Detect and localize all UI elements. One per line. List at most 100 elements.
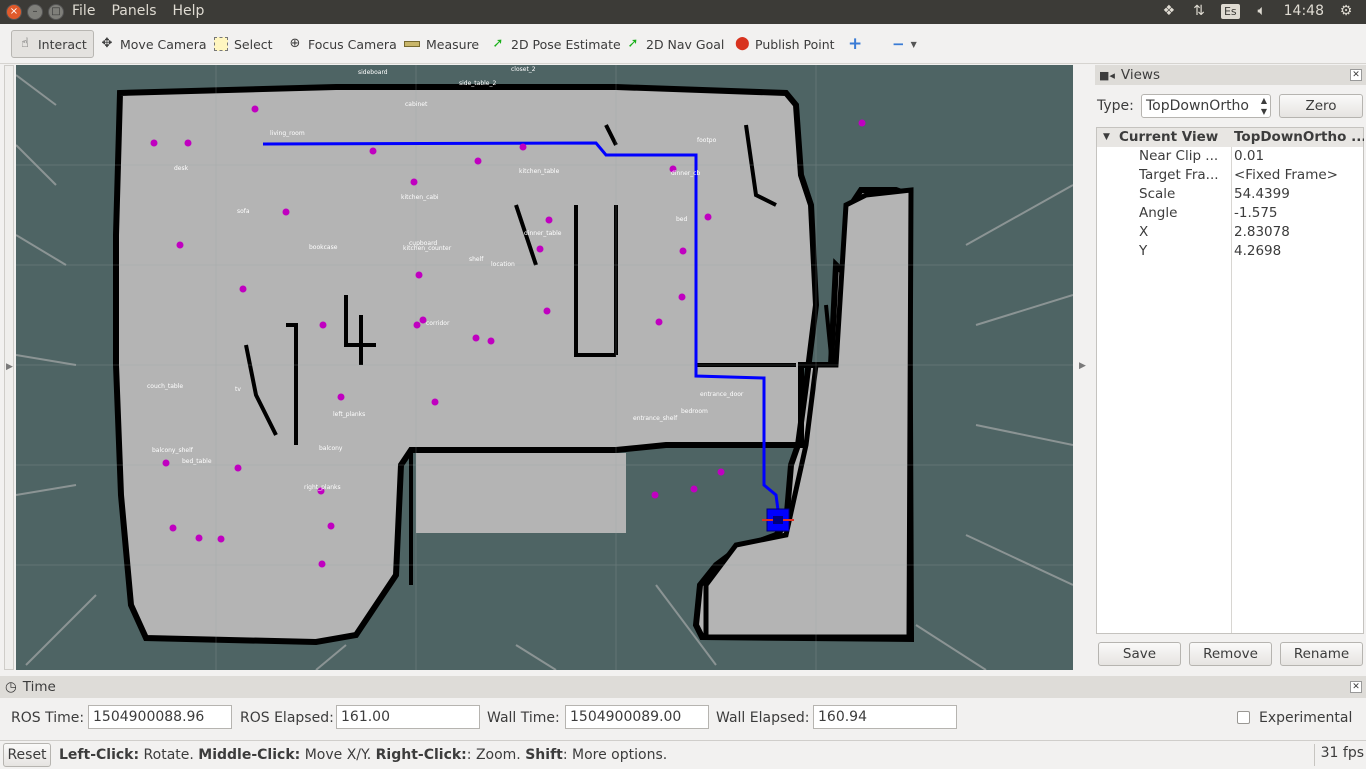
map-label: corridor	[426, 320, 450, 327]
wall-elapsed-field[interactable]: 160.94	[813, 705, 957, 729]
spin-arrows-icon: ▲ ▼	[1260, 96, 1267, 116]
minimize-window-button[interactable]: –	[27, 4, 43, 20]
menu-panels[interactable]: Panels	[111, 3, 156, 19]
prop-value[interactable]: 54.4399	[1234, 185, 1364, 204]
menu-help[interactable]: Help	[173, 3, 205, 19]
current-view-row[interactable]: ▼ Current View TopDownOrtho ...	[1097, 128, 1364, 147]
hint-bold: Right-Click:	[375, 747, 467, 763]
minus-icon: −	[892, 35, 905, 53]
experimental-checkbox[interactable]	[1237, 711, 1250, 724]
expand-right-icon: ▶	[1079, 361, 1086, 371]
prop-name: Near Clip ...	[1139, 148, 1219, 164]
prop-row-scale[interactable]: Scale 54.4399	[1097, 185, 1363, 204]
maximize-window-button[interactable]: □	[48, 4, 64, 20]
move-camera-tool[interactable]: ✥ Move Camera	[94, 30, 213, 58]
pose-estimate-tool[interactable]: ➚ 2D Pose Estimate	[485, 30, 627, 58]
map-label: left_planks	[333, 411, 365, 418]
views-panel: ■◂ Views ✕ Type: TopDownOrtho ▲ ▼ Zero ▼ …	[1095, 65, 1366, 670]
time-panel-header: ◷ Time ✕	[0, 676, 1366, 698]
interact-label: Interact	[38, 36, 87, 52]
prop-row-angle[interactable]: Angle -1.575	[1097, 204, 1363, 223]
robot-marker	[762, 508, 794, 532]
status-bar: Reset Left-Click: Rotate. Middle-Click: …	[0, 740, 1366, 769]
interact-tool[interactable]: ☝ Interact	[11, 30, 94, 58]
views-close-icon[interactable]: ✕	[1350, 69, 1362, 81]
map-label: dinner_cb	[671, 170, 701, 177]
mouse-hint: Left-Click: Rotate. Middle-Click: Move X…	[59, 747, 667, 763]
move-camera-icon: ✥	[101, 36, 113, 51]
prop-row-target-frame[interactable]: Target Fra... <Fixed Frame>	[1097, 166, 1363, 185]
map-pin-icon: ⬤	[735, 36, 750, 51]
settings-gear-icon[interactable]: ⚙	[1338, 3, 1354, 19]
zero-button[interactable]: Zero	[1279, 94, 1363, 118]
menu-file[interactable]: File	[72, 3, 95, 19]
save-button[interactable]: Save	[1098, 642, 1181, 666]
collapse-triangle-icon[interactable]: ▼	[1103, 128, 1110, 147]
remove-button[interactable]: Remove	[1189, 642, 1272, 666]
hint-bold: Left-Click:	[59, 747, 140, 763]
select-tool[interactable]: Select	[208, 30, 279, 58]
map-label: location	[491, 261, 515, 268]
map-label: bed	[676, 216, 688, 223]
hint-text: : More options.	[562, 747, 668, 763]
map-label: entrance_door	[700, 391, 744, 398]
prop-row-x[interactable]: X 2.83078	[1097, 223, 1363, 242]
keyboard-layout-indicator[interactable]: Es	[1220, 3, 1240, 19]
views-title: Views	[1120, 67, 1160, 83]
left-dock-handle[interactable]: ▶	[4, 65, 14, 670]
time-close-icon[interactable]: ✕	[1350, 681, 1362, 693]
prop-value[interactable]: <Fixed Frame>	[1234, 166, 1364, 185]
map-label: kitchen_table	[519, 168, 560, 175]
map-viewport[interactable]: living_room sideboard kitchen_table kitc…	[16, 65, 1073, 670]
measure-tool[interactable]: Measure	[398, 30, 485, 58]
prop-value[interactable]: 4.2698	[1234, 242, 1364, 261]
prop-value[interactable]: 2.83078	[1234, 223, 1364, 242]
ros-elapsed-label: ROS Elapsed:	[240, 710, 334, 726]
prop-name: Target Fra...	[1139, 167, 1219, 183]
dropbox-icon[interactable]: ❖	[1161, 3, 1177, 19]
fps-counter: 31 fps	[1313, 744, 1364, 766]
current-view-type: TopDownOrtho ...	[1234, 129, 1364, 145]
hint-text: Move X/Y.	[300, 747, 376, 763]
experimental-label: Experimental	[1259, 710, 1353, 726]
volume-icon[interactable]: 🔈︎	[1254, 3, 1270, 19]
right-dock-handle[interactable]: ▶	[1076, 65, 1092, 670]
focus-camera-tool[interactable]: ⊕ Focus Camera	[282, 30, 403, 58]
map-label: footpo	[697, 137, 717, 144]
current-view-header: Current View	[1119, 129, 1219, 145]
prop-value[interactable]: 0.01	[1234, 147, 1364, 166]
remove-tool-button[interactable]: − ▼	[886, 30, 923, 58]
nav-goal-tool[interactable]: ➚ 2D Nav Goal	[620, 30, 730, 58]
prop-value[interactable]: -1.575	[1234, 204, 1364, 223]
prop-row-y[interactable]: Y 4.2698	[1097, 242, 1363, 261]
prop-name: X	[1139, 224, 1149, 240]
map-label: cabinet	[405, 101, 428, 108]
publish-point-tool[interactable]: ⬤ Publish Point	[729, 30, 841, 58]
ros-time-label: ROS Time:	[11, 710, 85, 726]
map-label: living_room	[270, 130, 305, 137]
map-label: sideboard	[358, 69, 388, 76]
time-panel: ROS Time: 1504900088.96 ROS Elapsed: 161…	[0, 698, 1366, 738]
ros-elapsed-field[interactable]: 161.00	[336, 705, 480, 729]
type-label: Type:	[1097, 98, 1134, 114]
chevron-down-icon: ▼	[910, 39, 917, 49]
prop-name: Scale	[1139, 186, 1176, 202]
select-icon	[214, 37, 228, 51]
add-tool-button[interactable]: +	[842, 30, 868, 58]
close-window-button[interactable]: ×	[6, 4, 22, 20]
reset-button[interactable]: Reset	[3, 743, 51, 767]
occupancy-map[interactable]: living_room sideboard kitchen_table kitc…	[16, 65, 1073, 670]
tool-bar: ☝ Interact ✥ Move Camera Select ⊕ Focus …	[0, 24, 1366, 64]
clock[interactable]: 14:48	[1284, 3, 1324, 19]
map-label: couch_table	[147, 383, 183, 390]
rename-button[interactable]: Rename	[1280, 642, 1363, 666]
views-header: ■◂ Views ✕	[1095, 65, 1366, 85]
network-icon[interactable]: ⇅	[1191, 3, 1207, 19]
ros-time-field[interactable]: 1504900088.96	[88, 705, 232, 729]
view-type-row: Type: TopDownOrtho ▲ ▼ Zero	[1095, 93, 1366, 119]
prop-row-near-clip[interactable]: Near Clip ... 0.01	[1097, 147, 1363, 166]
view-type-select[interactable]: TopDownOrtho ▲ ▼	[1141, 94, 1271, 118]
map-label: closet_2	[511, 66, 536, 73]
view-type-value: TopDownOrtho	[1146, 98, 1249, 114]
wall-time-field[interactable]: 1504900089.00	[565, 705, 709, 729]
